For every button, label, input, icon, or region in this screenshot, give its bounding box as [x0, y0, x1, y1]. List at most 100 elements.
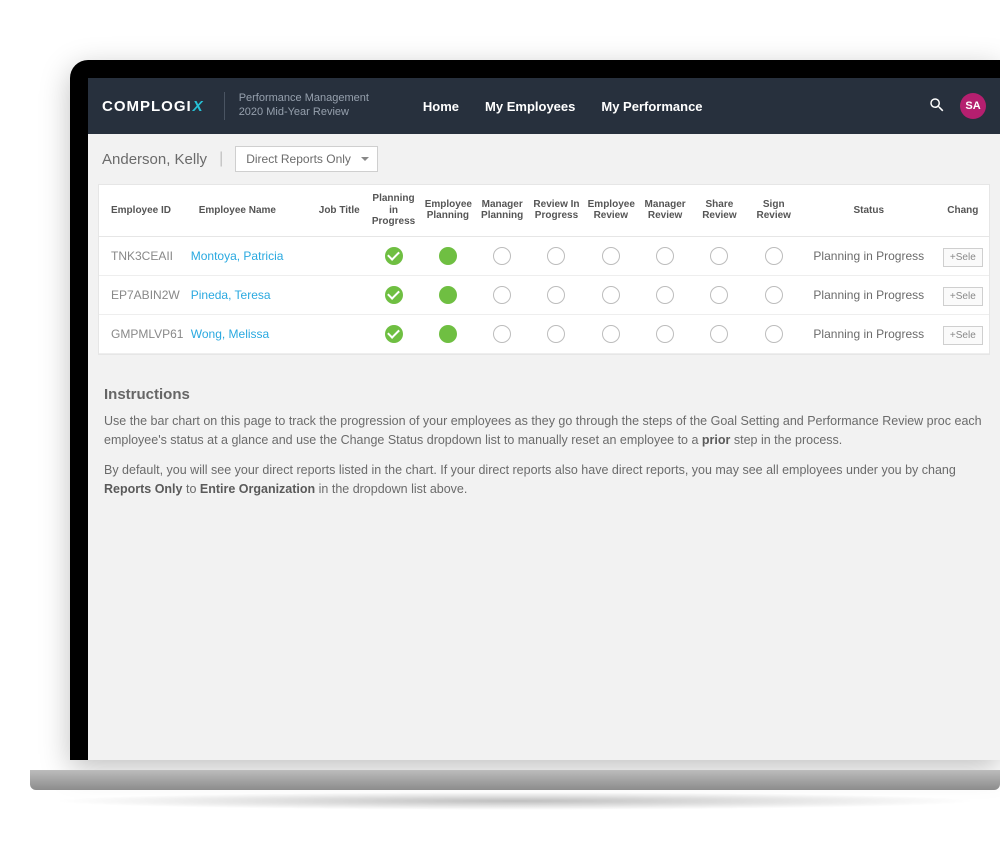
- nav-home[interactable]: Home: [423, 99, 459, 114]
- change-status-button[interactable]: +Sele: [943, 248, 983, 267]
- cell-step: [421, 236, 475, 275]
- step-pending-icon: [493, 325, 511, 343]
- cell-step: [638, 314, 692, 353]
- col-manager-planning[interactable]: Manager Planning: [475, 185, 529, 236]
- nav-my-employees[interactable]: My Employees: [485, 99, 575, 114]
- cell-step: [584, 314, 638, 353]
- col-employee-name[interactable]: Employee Name: [187, 185, 312, 236]
- cell-job-title: [312, 275, 366, 314]
- nav-my-performance[interactable]: My Performance: [601, 99, 702, 114]
- step-pending-icon: [710, 286, 728, 304]
- step-pending-icon: [765, 286, 783, 304]
- cell-step: [638, 236, 692, 275]
- cell-step: [529, 236, 583, 275]
- cell-status: Planning in Progress: [801, 314, 937, 353]
- brand-logo[interactable]: COMPLOGIX: [102, 98, 204, 115]
- cell-employee-name-link[interactable]: Pineda, Teresa: [187, 275, 312, 314]
- laptop-base: [30, 770, 1000, 790]
- scope-selected-label: Direct Reports Only: [246, 152, 351, 166]
- employee-table-wrap: Employee ID Employee Name Job Title Plan…: [98, 184, 990, 355]
- app-screen: COMPLOGIX Performance Management 2020 Mi…: [88, 78, 1000, 760]
- cell-step: [366, 314, 420, 353]
- instructions-section: Instructions Use the bar chart on this p…: [88, 369, 1000, 524]
- step-pending-icon: [602, 325, 620, 343]
- cell-status: Planning in Progress: [801, 275, 937, 314]
- step-pending-icon: [710, 325, 728, 343]
- step-pending-icon: [656, 247, 674, 265]
- cell-step: [366, 275, 420, 314]
- cell-step: [584, 275, 638, 314]
- brand-part-comp: COMP: [102, 98, 151, 115]
- cell-step: [475, 236, 529, 275]
- context-divider: |: [219, 150, 223, 168]
- col-share-review[interactable]: Share Review: [692, 185, 746, 236]
- step-pending-icon: [493, 286, 511, 304]
- cell-employee-name-link[interactable]: Wong, Melissa: [187, 314, 312, 353]
- app-header: COMPLOGIX Performance Management 2020 Mi…: [88, 78, 1000, 134]
- step-complete-icon: [385, 325, 403, 343]
- table-header-row: Employee ID Employee Name Job Title Plan…: [99, 185, 989, 236]
- instructions-paragraph-1: Use the bar chart on this page to track …: [104, 412, 984, 451]
- col-change[interactable]: Chang: [937, 185, 989, 236]
- col-job-title[interactable]: Job Title: [312, 185, 366, 236]
- col-review-in-progress[interactable]: Review In Progress: [529, 185, 583, 236]
- step-current-icon: [439, 247, 457, 265]
- cell-employee-name-link[interactable]: Montoya, Patricia: [187, 236, 312, 275]
- cell-change-status: +Sele: [937, 275, 989, 314]
- col-manager-review[interactable]: Manager Review: [638, 185, 692, 236]
- cell-step: [692, 314, 746, 353]
- context-bar: Anderson, Kelly | Direct Reports Only: [88, 134, 1000, 184]
- laptop-frame: COMPLOGIX Performance Management 2020 Mi…: [70, 60, 1000, 760]
- step-current-icon: [439, 325, 457, 343]
- col-status[interactable]: Status: [801, 185, 937, 236]
- col-planning-in-progress[interactable]: Planning in Progress: [366, 185, 420, 236]
- cell-step: [421, 314, 475, 353]
- cell-job-title: [312, 236, 366, 275]
- step-pending-icon: [547, 286, 565, 304]
- header-subtitle: Performance Management 2020 Mid-Year Rev…: [224, 92, 369, 120]
- brand-part-x: X: [193, 98, 204, 115]
- primary-nav: Home My Employees My Performance: [423, 99, 703, 114]
- change-status-button[interactable]: +Sele: [943, 287, 983, 306]
- cell-step: [475, 314, 529, 353]
- step-pending-icon: [493, 247, 511, 265]
- cell-employee-id: GMPMLVP61: [99, 314, 187, 353]
- header-right: SA: [928, 93, 986, 119]
- cell-step: [529, 275, 583, 314]
- step-complete-icon: [385, 247, 403, 265]
- header-sub-line1: Performance Management: [239, 92, 369, 106]
- search-icon[interactable]: [928, 96, 946, 117]
- change-status-button[interactable]: +Sele: [943, 326, 983, 345]
- table-row: GMPMLVP61Wong, Melissa Planning in Progre…: [99, 314, 989, 353]
- employee-table: Employee ID Employee Name Job Title Plan…: [99, 185, 989, 354]
- cell-employee-id: TNK3CEAII: [99, 236, 187, 275]
- scope-dropdown[interactable]: Direct Reports Only: [235, 146, 378, 172]
- cell-step: [747, 314, 801, 353]
- avatar[interactable]: SA: [960, 93, 986, 119]
- cell-change-status: +Sele: [937, 236, 989, 275]
- cell-step: [421, 275, 475, 314]
- step-pending-icon: [656, 286, 674, 304]
- step-pending-icon: [765, 325, 783, 343]
- step-pending-icon: [547, 247, 565, 265]
- step-complete-icon: [385, 286, 403, 304]
- step-pending-icon: [765, 247, 783, 265]
- col-employee-review[interactable]: Employee Review: [584, 185, 638, 236]
- cell-employee-id: EP7ABIN2W: [99, 275, 187, 314]
- cell-step: [692, 275, 746, 314]
- current-user-name: Anderson, Kelly: [102, 151, 207, 168]
- cell-step: [529, 314, 583, 353]
- brand-part-logi: LOGI: [151, 98, 192, 115]
- col-employee-planning[interactable]: Employee Planning: [421, 185, 475, 236]
- col-employee-id[interactable]: Employee ID: [99, 185, 187, 236]
- step-pending-icon: [656, 325, 674, 343]
- step-pending-icon: [602, 247, 620, 265]
- cell-step: [692, 236, 746, 275]
- step-pending-icon: [602, 286, 620, 304]
- col-sign-review[interactable]: Sign Review: [747, 185, 801, 236]
- cell-step: [475, 275, 529, 314]
- cell-change-status: +Sele: [937, 314, 989, 353]
- cell-step: [366, 236, 420, 275]
- step-pending-icon: [710, 247, 728, 265]
- cell-status: Planning in Progress: [801, 236, 937, 275]
